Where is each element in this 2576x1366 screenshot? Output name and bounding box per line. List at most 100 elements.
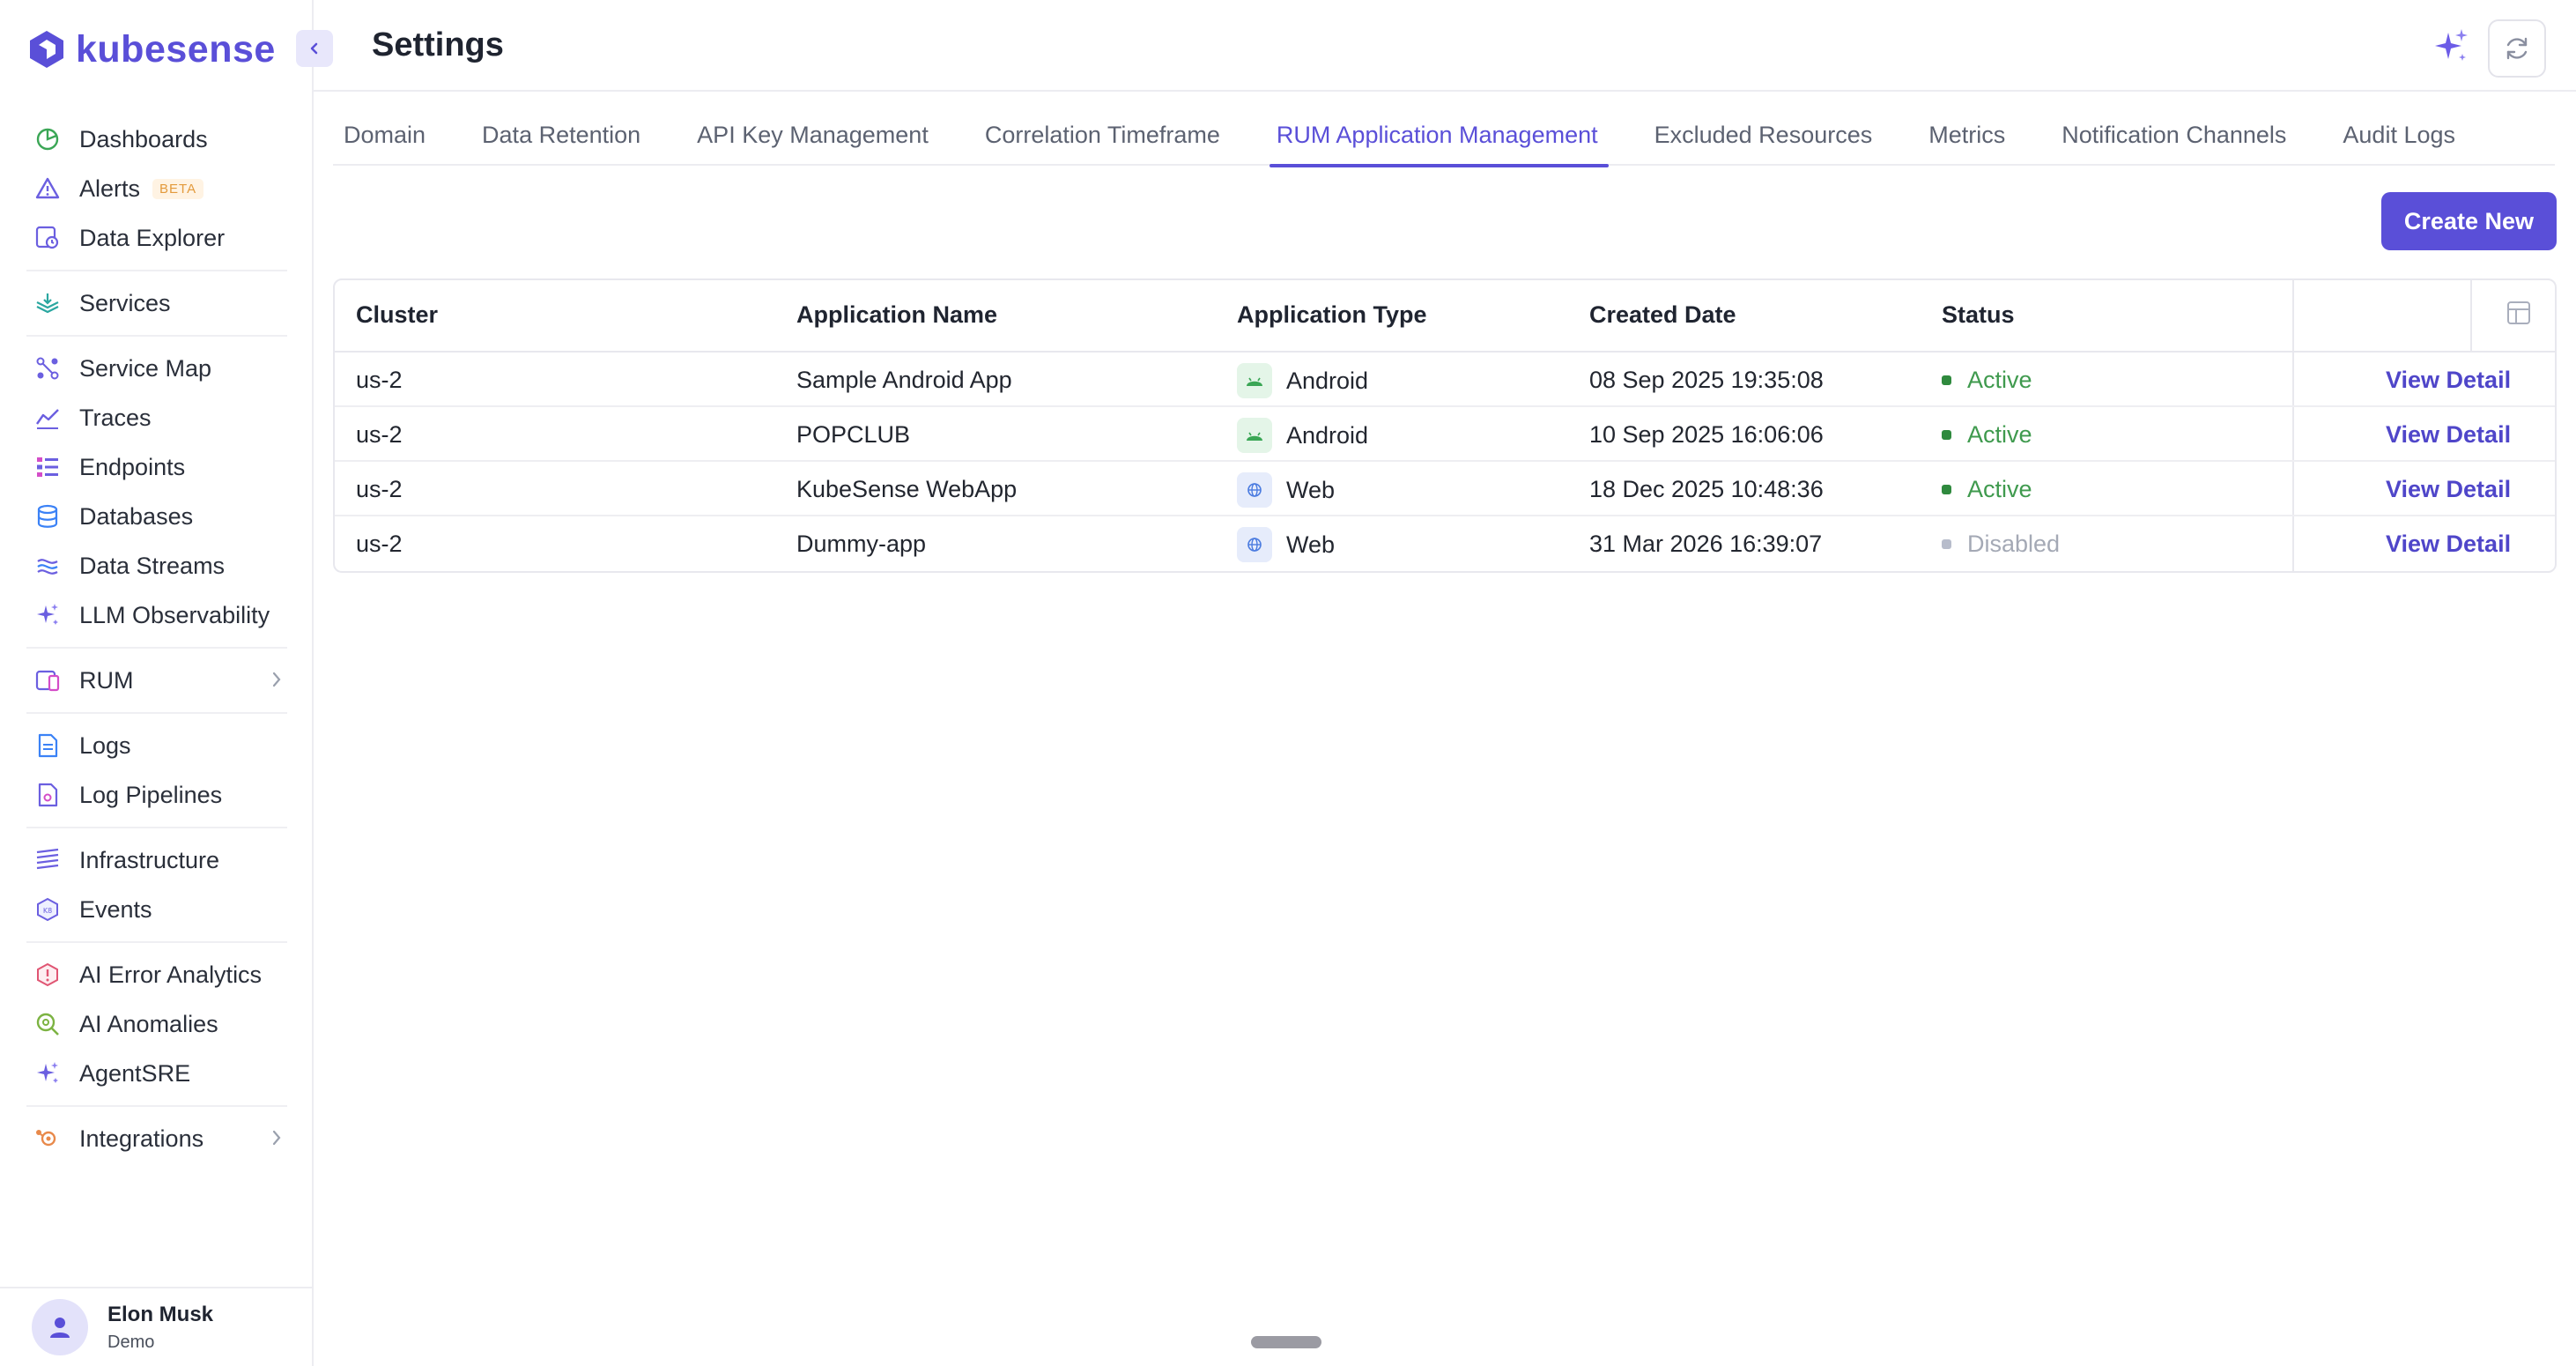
- table-row: us-2 Dummy-app Web 31 Mar 2026 16:39:07 …: [335, 516, 2555, 571]
- rum-icon: [32, 664, 63, 696]
- column-divider: [2292, 280, 2294, 351]
- nav-group: Dashboards Alerts BETA Data Explorer: [26, 108, 287, 271]
- status-dot: [1942, 375, 1951, 385]
- column-divider: [2470, 280, 2472, 351]
- tab-data-retention[interactable]: Data Retention: [471, 106, 651, 166]
- table-row: us-2 POPCLUB Android 10 Sep 2025 16:06:0…: [335, 407, 2555, 462]
- ai-error-icon: [32, 959, 63, 991]
- services-icon: [32, 287, 63, 319]
- user-icon: [50, 1318, 70, 1338]
- view-detail-link[interactable]: View Detail: [2386, 476, 2511, 503]
- sidebar-item-label: Services: [79, 289, 171, 316]
- sidebar-item-endpoints[interactable]: Endpoints: [26, 442, 287, 492]
- sidebar-item-agentsre[interactable]: AgentSRE: [26, 1049, 287, 1098]
- chevron-right-icon: [270, 1126, 284, 1154]
- nav-group: Logs Log Pipelines: [26, 714, 287, 828]
- sidebar-item-llm-observability[interactable]: LLM Observability: [26, 590, 287, 640]
- column-header-application-type[interactable]: Application Type: [1237, 301, 1427, 329]
- sidebar-item-logs[interactable]: Logs: [26, 721, 287, 770]
- sidebar-item-events[interactable]: K8 Events: [26, 885, 287, 934]
- ai-assistant-button[interactable]: [2430, 26, 2472, 69]
- page-title: Settings: [372, 26, 504, 63]
- logo[interactable]: kubesense: [28, 26, 276, 72]
- dashboard-icon: [32, 123, 63, 155]
- sidebar-item-label: Logs: [79, 731, 131, 759]
- data-explorer-icon: [32, 222, 63, 254]
- column-settings-button[interactable]: [2506, 300, 2532, 330]
- application-type-label: Android: [1286, 367, 1369, 394]
- table-row: us-2 Sample Android App Android 08 Sep 2…: [335, 353, 2555, 407]
- status-dot: [1942, 539, 1951, 549]
- status-label: Disabled: [1967, 531, 2061, 557]
- nav-group: Services: [26, 271, 287, 337]
- column-header-created-date[interactable]: Created Date: [1589, 301, 1736, 329]
- sidebar-item-databases[interactable]: Databases: [26, 492, 287, 541]
- tab-correlation-timeframe[interactable]: Correlation Timeframe: [974, 106, 1231, 166]
- settings-tabs: Domain Data Retention API Key Management Co…: [333, 106, 2555, 167]
- status-dot: [1942, 430, 1951, 440]
- column-header-application-name[interactable]: Application Name: [796, 301, 997, 329]
- beta-badge: BETA: [152, 178, 204, 199]
- sparkle-icon: [2435, 29, 2468, 61]
- events-icon: K8: [32, 894, 63, 925]
- sidebar-item-service-map[interactable]: Service Map: [26, 344, 287, 393]
- sidebar-item-label: Data Streams: [79, 552, 226, 579]
- status-badge: Disabled: [1942, 531, 2060, 558]
- cell-application-name: Dummy-app: [796, 531, 927, 557]
- sidebar-item-label: LLM Observability: [79, 601, 270, 628]
- sidebar-item-data-explorer[interactable]: Data Explorer: [26, 213, 287, 263]
- sidebar-item-alerts[interactable]: Alerts BETA: [26, 164, 287, 213]
- ai-anomalies-icon: [32, 1008, 63, 1040]
- column-divider: [2292, 462, 2294, 515]
- create-new-button[interactable]: Create New: [2380, 192, 2557, 250]
- sidebar-item-integrations[interactable]: Integrations: [26, 1114, 287, 1163]
- cell-application-name: Sample Android App: [796, 367, 1012, 393]
- brand-name: kubesense: [76, 27, 276, 71]
- tab-metrics[interactable]: Metrics: [1918, 106, 2016, 166]
- tab-api-key-management[interactable]: API Key Management: [686, 106, 939, 166]
- column-header-cluster[interactable]: Cluster: [356, 301, 438, 329]
- rum-applications-table: Cluster Application Name Application Typ…: [333, 278, 2557, 573]
- infrastructure-icon: [32, 844, 63, 876]
- view-detail-link[interactable]: View Detail: [2386, 367, 2511, 394]
- sidebar-item-log-pipelines[interactable]: Log Pipelines: [26, 770, 287, 820]
- cell-created-date: 31 Mar 2026 16:39:07: [1589, 531, 1823, 557]
- cell-cluster: us-2: [356, 531, 403, 557]
- sidebar: kubesense Dashboards Alerts BETA Data Explo…: [0, 0, 333, 1366]
- sidebar-item-dashboards[interactable]: Dashboards: [26, 115, 287, 164]
- nav-group: Infrastructure K8 Events: [26, 828, 287, 943]
- globe-icon: [1237, 527, 1272, 562]
- sparkle-icon: [32, 599, 63, 631]
- sidebar-item-label: Log Pipelines: [79, 781, 223, 808]
- sidebar-item-ai-anomalies[interactable]: AI Anomalies: [26, 999, 287, 1049]
- app-window: kubesense Dashboards Alerts BETA Data Explo…: [0, 0, 2576, 1366]
- tab-domain[interactable]: Domain: [333, 106, 436, 166]
- status-label: Active: [1967, 367, 2032, 393]
- scroll-handle[interactable]: [1251, 1336, 1321, 1348]
- nav-group: Service Map Traces Endpoints Databases Data …: [26, 337, 287, 649]
- sidebar-item-data-streams[interactable]: Data Streams: [26, 541, 287, 590]
- refresh-button[interactable]: [2488, 19, 2546, 78]
- nav-group: AI Error Analytics AI Anomalies AgentSRE: [26, 943, 287, 1107]
- svg-text:K8: K8: [43, 907, 52, 915]
- sidebar-item-label: AI Anomalies: [79, 1010, 218, 1037]
- sidebar-item-rum[interactable]: RUM: [26, 656, 287, 705]
- table-columns-icon: [2507, 301, 2530, 324]
- user-profile[interactable]: Elon Musk Demo: [0, 1287, 314, 1366]
- view-detail-link[interactable]: View Detail: [2386, 531, 2511, 558]
- tab-notification-channels[interactable]: Notification Channels: [2051, 106, 2297, 166]
- status-badge: Active: [1942, 421, 2032, 449]
- sidebar-item-ai-error-analytics[interactable]: AI Error Analytics: [26, 950, 287, 999]
- tab-rum-application-management[interactable]: RUM Application Management: [1266, 106, 1609, 167]
- view-detail-link[interactable]: View Detail: [2386, 421, 2511, 449]
- sidebar-item-infrastructure[interactable]: Infrastructure: [26, 835, 287, 885]
- status-dot: [1942, 485, 1951, 494]
- cell-application-type: Web: [1237, 527, 1335, 562]
- tab-excluded-resources[interactable]: Excluded Resources: [1644, 106, 1884, 166]
- column-header-status[interactable]: Status: [1942, 301, 2015, 329]
- sidebar-item-services[interactable]: Services: [26, 278, 287, 328]
- tab-audit-logs[interactable]: Audit Logs: [2332, 106, 2466, 166]
- sidebar-item-traces[interactable]: Traces: [26, 393, 287, 442]
- sidebar-item-label: Traces: [79, 404, 152, 431]
- sidebar-nav: Dashboards Alerts BETA Data Explorer Service…: [0, 108, 314, 1170]
